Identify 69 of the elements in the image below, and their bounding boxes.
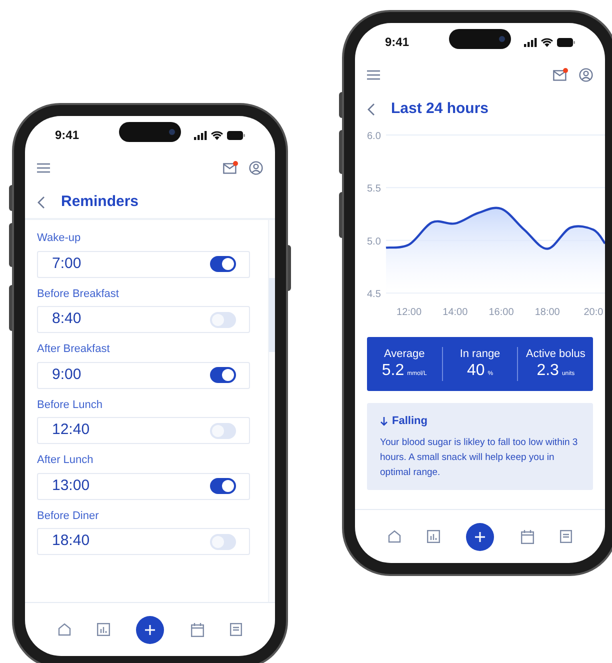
plus-icon [475,532,486,542]
mail-icon[interactable] [553,69,567,81]
x-axis-label: 18:00 [534,307,560,318]
reminder-label: Before Breakfast [37,286,120,302]
screen-title: Last 24 hours [391,98,489,119]
stat-label: Average [384,347,425,361]
down-arrow-icon [380,416,388,426]
x-axis-label: 12:00 [396,307,422,318]
x-axis-label: 16:00 [488,307,514,318]
reminder-label: After Lunch [37,453,94,468]
menu-icon[interactable] [37,163,50,173]
camera-icon [169,129,175,135]
toggle-switch[interactable] [210,534,236,550]
calendar-icon[interactable] [520,530,534,544]
battery-icon [557,38,575,46]
reminder-time-field[interactable]: 12:40 [37,417,250,444]
toggle-switch[interactable] [210,256,236,272]
x-axis-label: 14:00 [442,307,468,318]
toggle-switch[interactable] [210,367,236,383]
plus-icon [145,624,156,634]
reminder-label: After Breakfast [37,342,111,357]
profile-icon[interactable] [249,161,263,175]
screen-title: Reminders [61,192,139,212]
home-icon[interactable] [388,530,402,543]
home-icon[interactable] [58,623,72,636]
status-time: 9:41 [55,127,80,144]
stat-value: 2.3 [536,361,559,381]
stat-value: 40 [466,361,485,381]
wifi-icon [211,130,223,140]
chart-icon[interactable] [97,623,110,636]
battery-icon [227,130,245,140]
y-axis-label: 6.0 [367,131,381,142]
y-axis-label: 5.0 [367,236,381,248]
signal-icon [194,130,207,140]
back-icon[interactable] [37,196,45,208]
toggle-switch[interactable] [210,478,236,494]
wifi-icon [541,38,553,46]
mail-icon[interactable] [223,162,237,174]
calendar-icon[interactable] [190,622,204,636]
back-icon[interactable] [367,102,375,116]
menu-icon[interactable] [367,70,380,80]
stat-label: Active bolus [526,347,586,361]
document-icon[interactable] [230,623,242,636]
y-axis-label: 4.5 [367,289,381,300]
reminder-label: Wake-up [37,231,82,246]
camera-icon [499,36,505,42]
y-axis-label: 5.5 [367,184,381,195]
chart-icon[interactable] [427,530,440,543]
status-time: 9:41 [385,34,410,51]
alert-title: Falling [392,414,428,429]
stat-label: In range [460,347,500,361]
x-axis-label: 20:0 [584,307,604,318]
reminder-time-field[interactable]: 13:00 [37,472,250,500]
add-button[interactable] [136,616,164,644]
reminder-time-field[interactable]: 18:40 [37,528,250,555]
add-button[interactable] [466,522,494,550]
document-icon[interactable] [560,530,572,543]
toggle-switch[interactable] [210,312,236,328]
signal-icon [524,38,537,46]
stat-value: 5.2 [382,361,404,381]
reminder-label: Before Lunch [37,398,104,412]
reminder-time-field[interactable]: 8:40 [37,306,250,333]
scrollbar-thumb[interactable] [269,278,275,352]
profile-icon[interactable] [579,68,593,82]
reminder-label: Before Diner [37,508,100,524]
reminder-time-field[interactable]: 7:00 [37,250,250,278]
reminder-time-field[interactable]: 9:00 [37,362,250,388]
toggle-switch[interactable] [210,422,236,438]
alert-message: Your blood sugar is likley to fall too low within 3 hours. A small snack will help keep you in optimal range. [380,436,579,480]
